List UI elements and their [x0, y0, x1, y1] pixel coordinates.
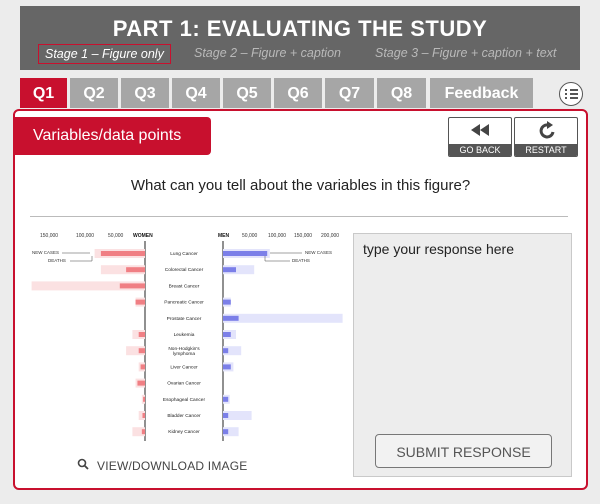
tick-label: 150,000 — [294, 233, 312, 239]
question-text: What can you tell about the variables in… — [130, 177, 471, 194]
men-deaths-bar — [223, 315, 239, 321]
women-deaths-bar — [140, 364, 145, 370]
rewind-icon — [471, 124, 489, 136]
category-label: Bladder Cancer — [167, 413, 201, 419]
go-back-label: GO BACK — [449, 144, 511, 156]
submit-response-button[interactable]: SUBMIT RESPONSE — [375, 434, 552, 468]
men-deaths-annotation: DEATHS — [292, 258, 310, 263]
category-labels: Lung Cancer Colorectal Cancer Breast Cance… — [163, 251, 206, 435]
stage-2[interactable]: Stage 2 – Figure + caption — [194, 46, 341, 60]
women-axis-label: WOMEN — [133, 233, 153, 239]
tab-q7[interactable]: Q7 — [325, 78, 374, 108]
category-label: Esophageal Cancer — [163, 397, 206, 403]
men-new-cases-annotation: NEW CASES — [305, 250, 332, 255]
women-deaths-bar — [138, 348, 145, 354]
tick-label: 100,000 — [76, 233, 94, 239]
women-new-cases-annotation: NEW CASES — [32, 250, 59, 255]
tab-q2[interactable]: Q2 — [70, 78, 118, 108]
men-deaths-bar — [223, 348, 229, 354]
category-label: Kidney Cancer — [168, 429, 200, 435]
category-label: Breast Cancer — [169, 283, 200, 289]
tab-q3[interactable]: Q3 — [121, 78, 169, 108]
tick-label: 200,000 — [321, 233, 339, 239]
men-deaths-bar — [223, 267, 236, 273]
women-deaths-bar — [142, 413, 145, 418]
women-deaths-annotation: DEATHS — [48, 258, 66, 263]
women-deaths-bar — [137, 380, 145, 386]
divider — [30, 216, 568, 217]
women-deaths-bar — [119, 283, 145, 289]
tab-q5[interactable]: Q5 — [223, 78, 271, 108]
restart-icon — [539, 121, 555, 139]
response-placeholder: type your response here — [363, 241, 514, 257]
women-deaths-bar — [135, 299, 145, 305]
go-back-button[interactable]: GO BACK — [448, 117, 512, 157]
tab-q4[interactable]: Q4 — [172, 78, 220, 108]
tab-q8[interactable]: Q8 — [377, 78, 426, 108]
part-header: PART 1: EVALUATING THE STUDY Stage 1 – F… — [20, 6, 580, 70]
women-deaths-bar — [141, 429, 145, 435]
tab-q6[interactable]: Q6 — [274, 78, 322, 108]
men-axis-label: MEN — [218, 233, 230, 239]
stage-3[interactable]: Stage 3 – Figure + caption + text — [375, 46, 556, 60]
magnifier-icon — [77, 458, 89, 470]
men-deaths-bar — [223, 251, 268, 256]
women-deaths-bar — [126, 267, 145, 273]
cancer-chart[interactable]: 150,000 100,000 50,000 WOMEN MEN 50,000 … — [30, 229, 352, 447]
women-deaths-bar — [100, 251, 145, 256]
restart-label: RESTART — [515, 144, 577, 156]
category-label: Liver Cancer — [170, 364, 198, 370]
response-textarea[interactable]: type your response here SUBMIT RESPONSE — [353, 233, 572, 477]
category-label: Ovarian Cancer — [167, 381, 201, 387]
men-deaths-bar — [223, 396, 229, 402]
men-deaths-bar — [223, 332, 231, 337]
category-label: Leukemia — [174, 332, 195, 338]
stage-1[interactable]: Stage 1 – Figure only — [38, 44, 171, 64]
men-deaths-bar — [223, 364, 231, 370]
men-deaths-bar — [223, 299, 231, 305]
page-title: PART 1: EVALUATING THE STUDY — [112, 16, 488, 41]
bar-group — [31, 249, 343, 437]
men-deaths-bar — [223, 413, 229, 418]
tick-label: 100,000 — [268, 233, 286, 239]
tick-label: 150,000 — [40, 233, 58, 239]
tab-q1[interactable]: Q1 — [20, 78, 67, 108]
women-deaths-bar — [138, 332, 145, 337]
section-label: Variables/data points — [15, 117, 211, 155]
category-label: Prostate Cancer — [167, 316, 202, 322]
women-deaths-bar — [143, 396, 145, 402]
category-label: Pancreatic Cancer — [164, 300, 204, 306]
category-label: lymphoma — [173, 351, 195, 357]
category-label: Colorectal Cancer — [165, 267, 204, 273]
tick-label: 50,000 — [108, 233, 124, 239]
view-download-link[interactable]: VIEW/DOWNLOAD IMAGE — [77, 458, 248, 473]
question-panel: Variables/data points GO BACK RESTART Wh… — [13, 109, 588, 490]
menu-list-icon[interactable] — [559, 82, 583, 106]
category-label: Lung Cancer — [170, 251, 198, 257]
tick-label: 50,000 — [242, 233, 258, 239]
view-download-label: VIEW/DOWNLOAD IMAGE — [97, 459, 248, 473]
restart-button[interactable]: RESTART — [514, 117, 578, 157]
men-new-cases-bar — [223, 313, 343, 323]
men-deaths-bar — [223, 429, 229, 435]
tab-feedback[interactable]: Feedback — [430, 78, 533, 108]
